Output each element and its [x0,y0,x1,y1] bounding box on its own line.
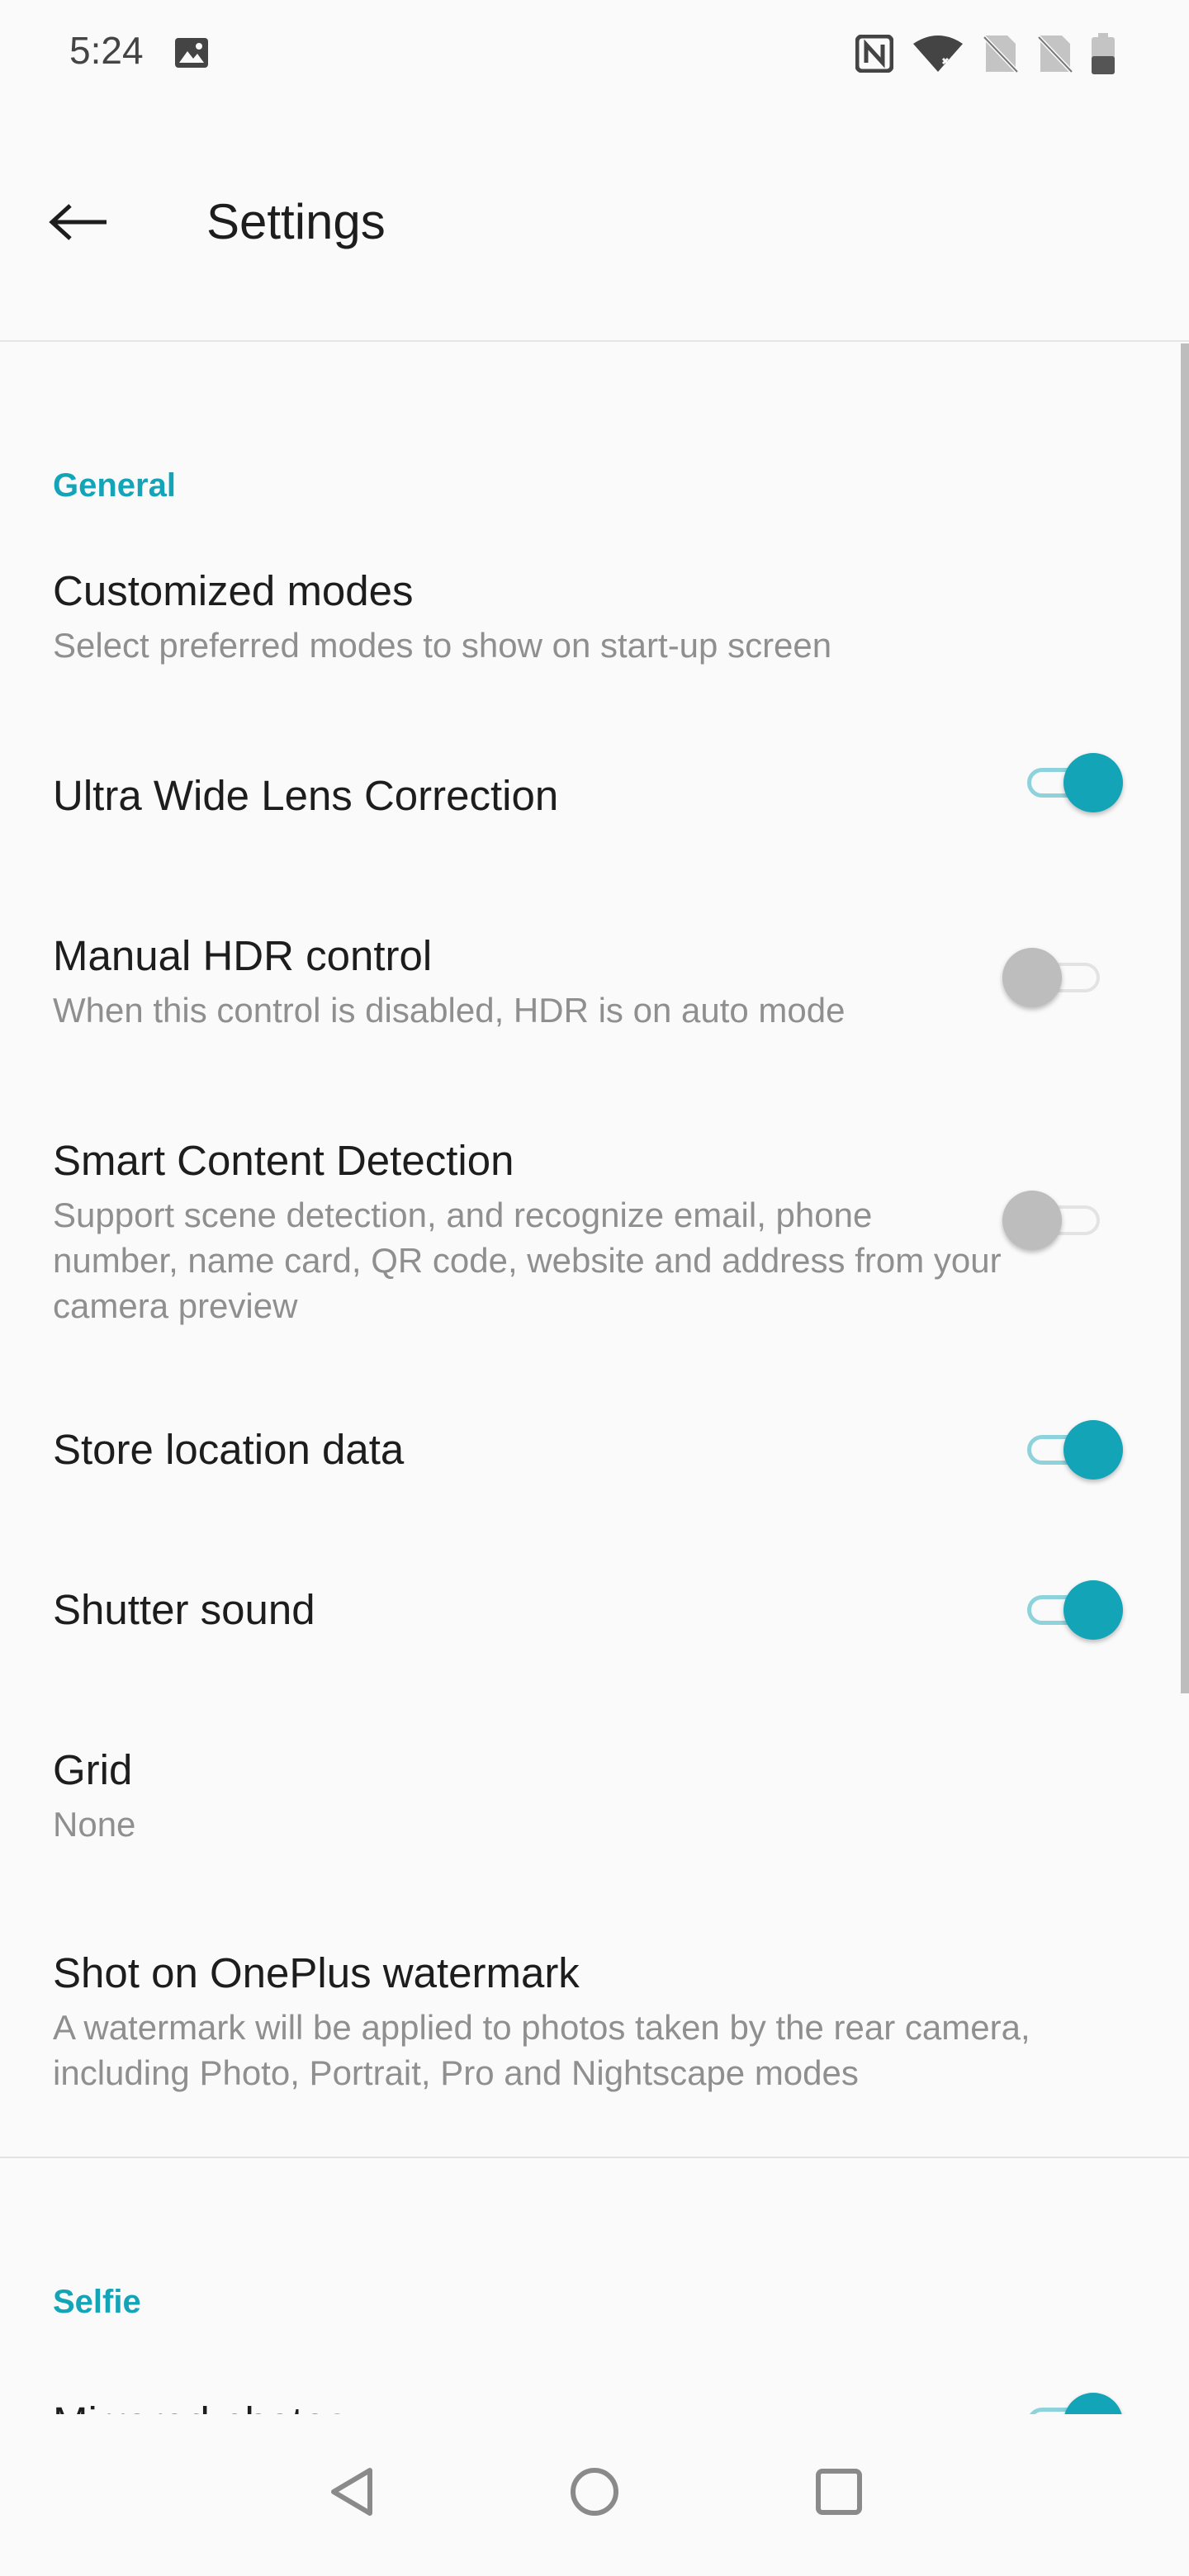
back-arrow-icon [49,202,108,246]
page-title: Settings [206,194,386,249]
manual-hdr-toggle[interactable] [1002,945,1110,1011]
setting-title: Shutter sound [53,1586,315,1633]
setting-watermark[interactable]: Shot on OnePlus watermark A watermark wi… [0,1949,1189,2130]
setting-title: Customized modes [53,567,414,614]
section-header-general: General [53,467,176,504]
setting-title: Mirrored photos [53,2398,348,2414]
section-divider [0,2157,1189,2158]
no-sim-icon [1037,34,1073,73]
status-time: 5:24 [69,29,144,72]
navigation-bar [0,2414,1189,2576]
setting-subtitle: A watermark will be applied to photos ta… [53,2008,1030,2092]
status-icons [855,33,1115,74]
setting-mirrored-photos[interactable]: Mirrored photos [0,2393,1189,2414]
setting-grid[interactable]: Grid None [0,1745,1189,1886]
smart-content-toggle[interactable] [1002,1187,1110,1253]
back-triangle-icon [327,2465,377,2522]
wifi-icon [912,34,964,73]
nav-home-button[interactable] [553,2452,636,2535]
setting-manual-hdr-control[interactable]: Manual HDR control When this control is … [0,931,1189,1096]
ultra-wide-toggle[interactable] [1017,750,1125,816]
setting-title: Store location data [53,1426,405,1473]
image-icon [175,38,208,68]
setting-title: Ultra Wide Lens Correction [53,772,559,819]
status-bar: 5:24 [0,0,1189,107]
setting-subtitle: When this control is disabled, HDR is on… [53,991,846,1030]
home-circle-icon [568,2465,621,2522]
shutter-sound-toggle[interactable] [1017,1577,1125,1643]
setting-title: Shot on OnePlus watermark [53,1949,580,1996]
setting-title: Grid [53,1746,133,1793]
setting-store-location-data[interactable]: Store location data [0,1420,1189,1549]
setting-subtitle: Support scene detection, and recognize e… [53,1196,1002,1325]
store-location-toggle[interactable] [1017,1417,1125,1483]
setting-title: Smart Content Detection [53,1137,514,1184]
scrollbar[interactable] [1181,343,1189,1693]
setting-ultra-wide-lens-correction[interactable]: Ultra Wide Lens Correction [0,753,1189,895]
setting-customized-modes[interactable]: Customized modes Select preferred modes … [0,566,1189,723]
mirrored-photos-toggle[interactable] [1017,2389,1125,2414]
setting-shutter-sound[interactable]: Shutter sound [0,1580,1189,1709]
nav-recents-button[interactable] [798,2452,880,2535]
section-header-selfie: Selfie [53,2284,141,2320]
nfc-icon [855,35,893,73]
no-sim-icon [983,34,1019,73]
recents-square-icon [814,2467,864,2521]
setting-subtitle: Select preferred modes to show on start-… [53,626,832,665]
setting-title: Manual HDR control [53,932,433,979]
setting-value: None [53,1805,136,1844]
back-button[interactable] [33,178,124,269]
settings-list[interactable]: General Customized modes Select preferre… [0,342,1189,2414]
battery-icon [1092,33,1115,74]
app-bar: Settings [0,107,1189,342]
nav-back-button[interactable] [310,2452,393,2535]
setting-smart-content-detection[interactable]: Smart Content Detection Support scene de… [0,1136,1189,1384]
